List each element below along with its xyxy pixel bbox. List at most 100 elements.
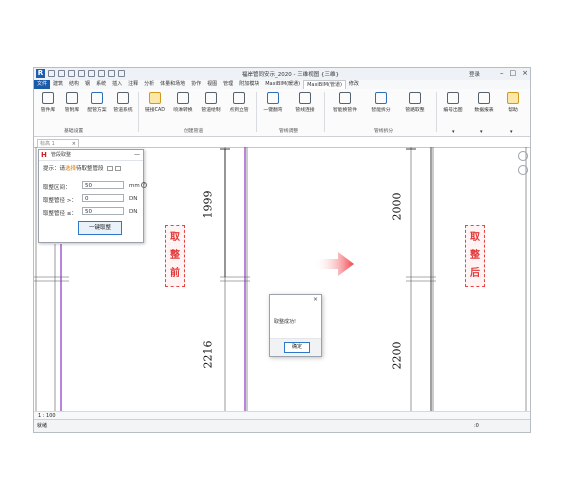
save-icon[interactable] bbox=[58, 70, 65, 77]
pipe-rounding-dialog: H 管段取整 — 提示：请选择待取整管段 取整区间： 50 mm ? 取整管径 … bbox=[38, 149, 147, 243]
label-char: 整 bbox=[470, 250, 480, 261]
dialog-hint: 提示：请选择待取整管段 bbox=[43, 164, 122, 172]
minimize-icon[interactable]: – bbox=[500, 69, 504, 77]
dimension-text-left-bottom: 2216 bbox=[201, 340, 215, 369]
chevron-down-icon[interactable]: ▾ bbox=[480, 129, 483, 135]
tab-annotate[interactable]: 注释 bbox=[125, 80, 141, 89]
round-interval-input[interactable]: 50 bbox=[82, 181, 124, 189]
pipe-accessory-icon bbox=[66, 92, 78, 104]
round-icon bbox=[409, 92, 421, 104]
tab-insert[interactable]: 插入 bbox=[109, 80, 125, 89]
tab-view[interactable]: 视图 bbox=[204, 80, 220, 89]
help-icon[interactable]: ? bbox=[141, 182, 147, 188]
tab-collaborate[interactable]: 协作 bbox=[188, 80, 204, 89]
pipe-rounding-button[interactable]: 管路取整 bbox=[400, 92, 430, 113]
pipe-connect-button[interactable]: 管线连接 bbox=[292, 92, 318, 113]
point-to-riser-button[interactable]: 点到立管 bbox=[226, 92, 252, 113]
dimension-text-right-bottom: 2200 bbox=[390, 341, 404, 370]
filter-count: :0 bbox=[474, 423, 479, 429]
revit-logo-icon[interactable]: R bbox=[36, 69, 45, 78]
select-icon[interactable] bbox=[107, 166, 114, 171]
tab-addins[interactable]: 附加模块 bbox=[236, 80, 262, 89]
tab-steel[interactable]: 钢 bbox=[82, 80, 93, 89]
close-icon[interactable]: × bbox=[313, 296, 318, 303]
tab-massing[interactable]: 体量和场地 bbox=[157, 80, 188, 89]
steering-wheel-icon[interactable] bbox=[518, 165, 528, 175]
one-click-bend-button[interactable]: 一键翻弯 bbox=[260, 92, 286, 113]
redo-icon[interactable] bbox=[78, 70, 85, 77]
close-icon[interactable]: — bbox=[134, 150, 140, 160]
label-after-rounding: 取 整 后 bbox=[465, 225, 485, 287]
arrow-right-icon bbox=[314, 252, 354, 276]
tab-file[interactable]: 文件 bbox=[34, 80, 51, 89]
tab-maxibim-pipe[interactable]: MaxiBIM(管道) bbox=[303, 79, 346, 90]
system-icon bbox=[117, 92, 129, 104]
dimension-text-right-top: 2000 bbox=[390, 192, 404, 221]
link-cad-button[interactable]: 链接CAD bbox=[142, 92, 168, 113]
navigation-bar bbox=[516, 147, 530, 207]
view-tab[interactable]: 标高 1 × bbox=[37, 139, 79, 147]
label-char: 前 bbox=[170, 268, 180, 279]
numbering-button[interactable]: 编号出图 bbox=[439, 92, 467, 113]
tab-analyze[interactable]: 分析 bbox=[141, 80, 157, 89]
field-round-interval: 取整区间： 50 mm ? bbox=[43, 181, 147, 191]
pipe-draw-icon bbox=[205, 92, 217, 104]
status-bar: 就绪 :0 bbox=[34, 419, 530, 432]
sprinkler-convert-button[interactable]: 喷淋转换 bbox=[170, 92, 196, 113]
measure-icon[interactable] bbox=[98, 70, 105, 77]
piping-scheme-button[interactable]: 配管方案 bbox=[84, 92, 110, 113]
tab-structure[interactable]: 结构 bbox=[66, 80, 82, 89]
help-icon bbox=[507, 92, 519, 104]
window-controls: – □ × bbox=[500, 69, 528, 77]
pipe-system-button[interactable]: 管道系统 bbox=[110, 92, 136, 113]
dialog-title: 管段取整 bbox=[51, 152, 72, 158]
undo-icon[interactable] bbox=[68, 70, 75, 77]
tab-architecture[interactable]: 建筑 bbox=[50, 80, 66, 89]
number-icon bbox=[447, 92, 459, 104]
dimension-text-left-top: 1999 bbox=[201, 190, 215, 219]
pipe-fitting-lib-button[interactable]: 管件库 bbox=[35, 92, 61, 113]
min-diameter-input[interactable]: 0 bbox=[82, 194, 124, 202]
close-icon[interactable]: × bbox=[522, 69, 528, 77]
chevron-down-icon[interactable]: ▾ bbox=[452, 129, 455, 135]
help-button[interactable]: 帮助 bbox=[500, 92, 526, 113]
one-click-round-button[interactable]: 一键取整 bbox=[78, 221, 122, 235]
login-link[interactable]: 登录 bbox=[469, 70, 480, 78]
chevron-down-icon[interactable]: ▾ bbox=[510, 129, 513, 135]
pipe-fitting-icon bbox=[42, 92, 54, 104]
hint-highlight: 选择 bbox=[65, 166, 77, 172]
field-unit: mm bbox=[129, 183, 140, 189]
tab-manage[interactable]: 管理 bbox=[220, 80, 236, 89]
select-box-icon[interactable] bbox=[115, 166, 122, 171]
tab-modify[interactable]: 修改 bbox=[346, 80, 362, 89]
pipe-accessory-lib-button[interactable]: 管附库 bbox=[59, 92, 85, 113]
3d-view-icon[interactable] bbox=[118, 70, 125, 77]
bend-icon bbox=[267, 92, 279, 104]
ribbon-separator bbox=[436, 92, 437, 132]
riser-icon bbox=[233, 92, 245, 104]
text-icon[interactable] bbox=[108, 70, 115, 77]
pipe-draw-button[interactable]: 管道绘制 bbox=[198, 92, 224, 113]
max-diameter-input[interactable]: 50 bbox=[82, 207, 124, 215]
panel-create-pipe: 创建管道 bbox=[184, 129, 204, 134]
ribbon-separator bbox=[138, 92, 139, 132]
split-icon bbox=[375, 92, 387, 104]
data-report-button[interactable]: 数据报表 bbox=[470, 92, 498, 113]
hint-suffix: 待取整管段 bbox=[76, 166, 104, 172]
ok-button[interactable]: 确定 bbox=[284, 342, 310, 353]
label-char: 取 bbox=[170, 232, 180, 243]
open-icon[interactable] bbox=[48, 70, 55, 77]
tab-maxibim-hvac[interactable]: MaxiBIM(暖通) bbox=[262, 80, 303, 89]
smart-split-button[interactable]: 智能拆分 bbox=[366, 92, 396, 113]
label-char: 后 bbox=[470, 268, 480, 279]
status-text: 就绪 bbox=[37, 423, 48, 429]
field-label: 取整管径 >： bbox=[43, 198, 77, 204]
window-title: 福岸管同安示_2020 - 三维视图 {三维} bbox=[242, 72, 339, 78]
print-icon[interactable] bbox=[88, 70, 95, 77]
zoom-icon[interactable] bbox=[518, 151, 528, 161]
smart-swap-fitting-button[interactable]: 智能换管件 bbox=[328, 92, 362, 113]
tab-systems[interactable]: 系统 bbox=[93, 80, 109, 89]
swap-icon bbox=[339, 92, 351, 104]
maximize-icon[interactable]: □ bbox=[510, 69, 517, 77]
report-icon bbox=[478, 92, 490, 104]
